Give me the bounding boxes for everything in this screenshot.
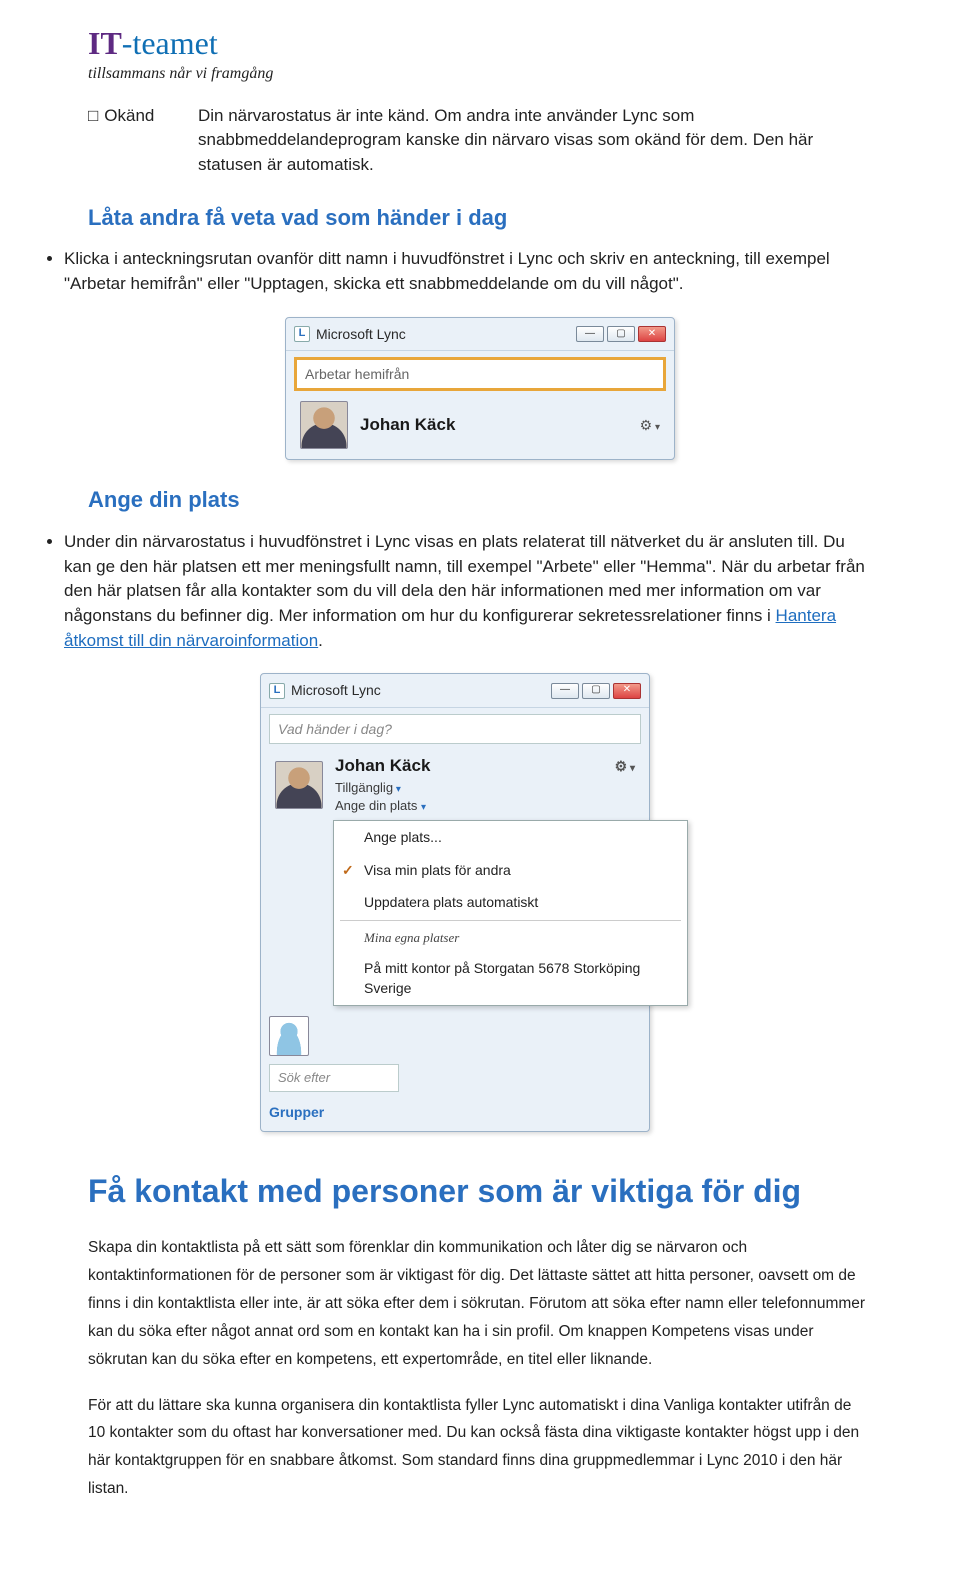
menu-set-location[interactable]: Ange plats...: [334, 821, 687, 853]
menu-update-location[interactable]: Uppdatera plats automatiskt: [334, 886, 687, 918]
logo-team: -teamet: [122, 25, 218, 61]
lync-user-row: Johan Käck ⚙ Tillgänglig Ange din plats: [261, 748, 649, 816]
options-gear-icon[interactable]: ⚙: [615, 756, 635, 777]
section2-text-b: .: [318, 631, 323, 650]
maximize-button[interactable]: ▢: [582, 683, 610, 699]
lync-window-2: L Microsoft Lync — ▢ ✕ Vad händer i dag?…: [260, 673, 650, 1131]
status-label: Okänd: [88, 104, 198, 178]
presence-dropdown[interactable]: Tillgänglig: [335, 779, 635, 798]
options-gear-icon[interactable]: ⚙: [640, 415, 660, 436]
para-2: För att du lättare ska kunna organisera …: [88, 1392, 872, 1504]
lync-titlebar: L Microsoft Lync — ▢ ✕: [261, 674, 649, 707]
lync-user-row: Johan Käck ⚙: [286, 395, 674, 459]
avatar: [275, 761, 323, 809]
user-name: Johan Käck: [335, 754, 615, 779]
user-name: Johan Käck: [360, 413, 628, 438]
logo: IT-teamet tillsammans når vi framgång: [88, 20, 872, 86]
lync-window-1: L Microsoft Lync — ▢ ✕ Arbetar hemifrån …: [285, 317, 675, 461]
lync-titlebar: L Microsoft Lync — ▢ ✕: [286, 318, 674, 351]
section2-text-a: Under din närvarostatus i huvudfönstret …: [64, 532, 865, 625]
section2-bullet: Under din närvarostatus i huvudfönstret …: [64, 530, 872, 653]
section-heading-note: Låta andra få veta vad som händer i dag: [88, 202, 872, 234]
search-input[interactable]: Sök efter: [269, 1064, 399, 1093]
location-dropdown[interactable]: Ange din plats: [335, 798, 417, 813]
avatar: [300, 401, 348, 449]
lync-app-title: Microsoft Lync: [316, 324, 576, 344]
menu-show-location[interactable]: Visa min plats för andra: [334, 854, 687, 886]
menu-own-header: Mina egna platser: [334, 923, 687, 952]
note-input[interactable]: Arbetar hemifrån: [294, 357, 666, 391]
generic-avatar-icon: [269, 1016, 309, 1056]
status-description: Din närvarostatus är inte känd. Om andra…: [198, 104, 872, 178]
lync-app-icon: L: [269, 683, 285, 699]
minimize-button[interactable]: —: [576, 326, 604, 342]
lync-app-icon: L: [294, 326, 310, 342]
location-menu: Ange plats... Visa min plats för andra U…: [333, 820, 688, 1005]
section1-bullet: Klicka i anteckningsrutan ovanför ditt n…: [64, 247, 872, 296]
section-heading-location: Ange din plats: [88, 484, 872, 516]
heading-contacts: Få kontakt med personer som är viktiga f…: [88, 1168, 872, 1214]
logo-tagline: tillsammans når vi framgång: [88, 62, 872, 85]
close-button[interactable]: ✕: [638, 326, 666, 342]
logo-it: IT: [88, 25, 122, 61]
tab-groups[interactable]: Grupper: [261, 1100, 649, 1130]
maximize-button[interactable]: ▢: [607, 326, 635, 342]
minimize-button[interactable]: —: [551, 683, 579, 699]
section1-list: Klicka i anteckningsrutan ovanför ditt n…: [88, 247, 872, 296]
para-1: Skapa din kontaktlista på ett sätt som f…: [88, 1234, 872, 1373]
menu-own-location[interactable]: På mitt kontor på Storgatan 5678 Storköp…: [334, 952, 687, 1005]
chevron-down-icon[interactable]: [421, 798, 426, 813]
section2-list: Under din närvarostatus i huvudfönstret …: [88, 530, 872, 653]
note-input[interactable]: Vad händer i dag?: [269, 714, 641, 744]
close-button[interactable]: ✕: [613, 683, 641, 699]
status-definition: Okänd Din närvarostatus är inte känd. Om…: [88, 104, 872, 178]
lync-app-title: Microsoft Lync: [291, 680, 551, 700]
menu-separator: [340, 920, 681, 921]
